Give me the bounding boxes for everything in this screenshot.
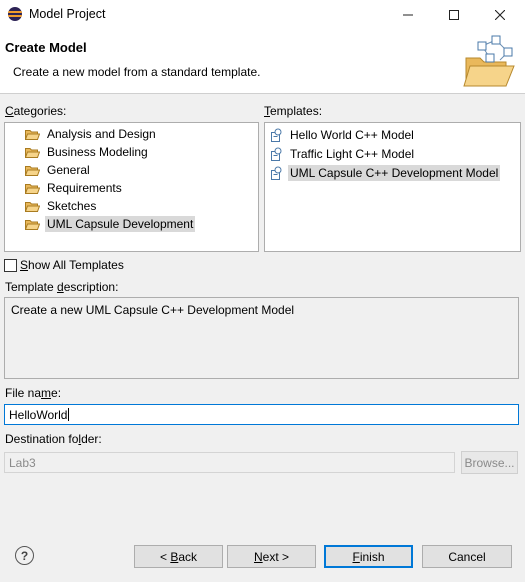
minimize-icon <box>403 14 413 16</box>
file-name-label: File name: <box>5 386 62 400</box>
maximize-button[interactable] <box>431 0 477 30</box>
show-all-templates-label: Show All Templates <box>20 258 124 272</box>
text-cursor <box>68 408 70 421</box>
destination-folder-value: Lab3 <box>9 455 36 470</box>
page-description: Create a new model from a standard templ… <box>13 65 261 79</box>
category-label: Requirements <box>47 181 122 195</box>
list-item[interactable]: Hello World C++ Model <box>270 126 416 144</box>
list-item[interactable]: Requirements <box>25 179 124 197</box>
checkbox-box[interactable] <box>4 258 17 272</box>
app-icon <box>8 7 22 21</box>
minimize-button[interactable] <box>385 0 431 30</box>
back-button[interactable]: < Back <box>134 545 223 568</box>
list-item-selected[interactable]: UML Capsule Development <box>25 215 196 233</box>
list-item[interactable]: Analysis and Design <box>25 125 158 143</box>
finish-button-label: Finish <box>352 549 385 564</box>
maximize-icon <box>449 10 459 20</box>
template-description-text: Create a new UML Capsule C++ Development… <box>11 303 295 317</box>
template-description-box: Create a new UML Capsule C++ Development… <box>4 297 519 379</box>
template-label: Traffic Light C++ Model <box>290 147 415 161</box>
templates-label: Templates: <box>264 104 323 118</box>
next-button-label: Next > <box>253 549 290 564</box>
category-label: UML Capsule Development <box>45 216 196 232</box>
folder-icon <box>25 183 40 194</box>
category-label: Business Modeling <box>47 145 148 159</box>
title-bar: Model Project <box>0 0 525 30</box>
category-label: Analysis and Design <box>47 127 156 141</box>
templates-list[interactable]: Hello World C++ Model Traffic Light C++ … <box>264 122 521 252</box>
model-template-icon <box>271 128 282 142</box>
help-icon[interactable]: ? <box>15 546 34 565</box>
back-button-label: < Back <box>159 549 198 564</box>
next-button[interactable]: Next > <box>227 545 316 568</box>
folder-icon <box>25 201 40 212</box>
model-template-icon <box>271 166 282 180</box>
destination-folder-label: Destination folder: <box>5 432 102 446</box>
list-item[interactable]: General <box>25 161 92 179</box>
list-item[interactable]: Traffic Light C++ Model <box>270 145 416 163</box>
category-label: General <box>47 163 90 177</box>
folder-icon <box>25 147 40 158</box>
folder-icon <box>25 219 40 230</box>
wizard-header: Create Model Create a new model from a s… <box>0 30 525 94</box>
template-description-label: Template description: <box>5 280 119 294</box>
categories-label: Categories: <box>5 104 67 118</box>
list-item[interactable]: Business Modeling <box>25 143 150 161</box>
folder-icon <box>25 129 40 140</box>
categories-list[interactable]: Analysis and Design Business Modeling Ge… <box>4 122 259 252</box>
folder-icon <box>25 165 40 176</box>
close-icon <box>495 10 505 20</box>
template-label: UML Capsule C++ Development Model <box>288 165 501 181</box>
browse-button: Browse... <box>461 451 518 474</box>
new-model-wizard-icon <box>463 35 515 87</box>
cancel-button-label: Cancel <box>448 549 486 564</box>
file-name-input[interactable]: HelloWorld <box>4 404 519 425</box>
close-button[interactable] <box>477 0 523 30</box>
list-item-selected[interactable]: UML Capsule C++ Development Model <box>270 164 501 182</box>
show-all-templates-checkbox[interactable]: Show All Templates <box>4 258 124 272</box>
list-item[interactable]: Sketches <box>25 197 98 215</box>
cancel-button[interactable]: Cancel <box>422 545 512 568</box>
template-label: Hello World C++ Model <box>290 128 414 142</box>
page-title: Create Model <box>5 40 87 55</box>
category-label: Sketches <box>47 199 97 213</box>
window-title: Model Project <box>29 7 106 21</box>
browse-button-label: Browse... <box>464 455 515 470</box>
destination-folder-input: Lab3 <box>4 452 455 473</box>
model-template-icon <box>271 147 282 161</box>
file-name-value: HelloWorld <box>9 407 68 422</box>
finish-button[interactable]: Finish <box>324 545 413 568</box>
